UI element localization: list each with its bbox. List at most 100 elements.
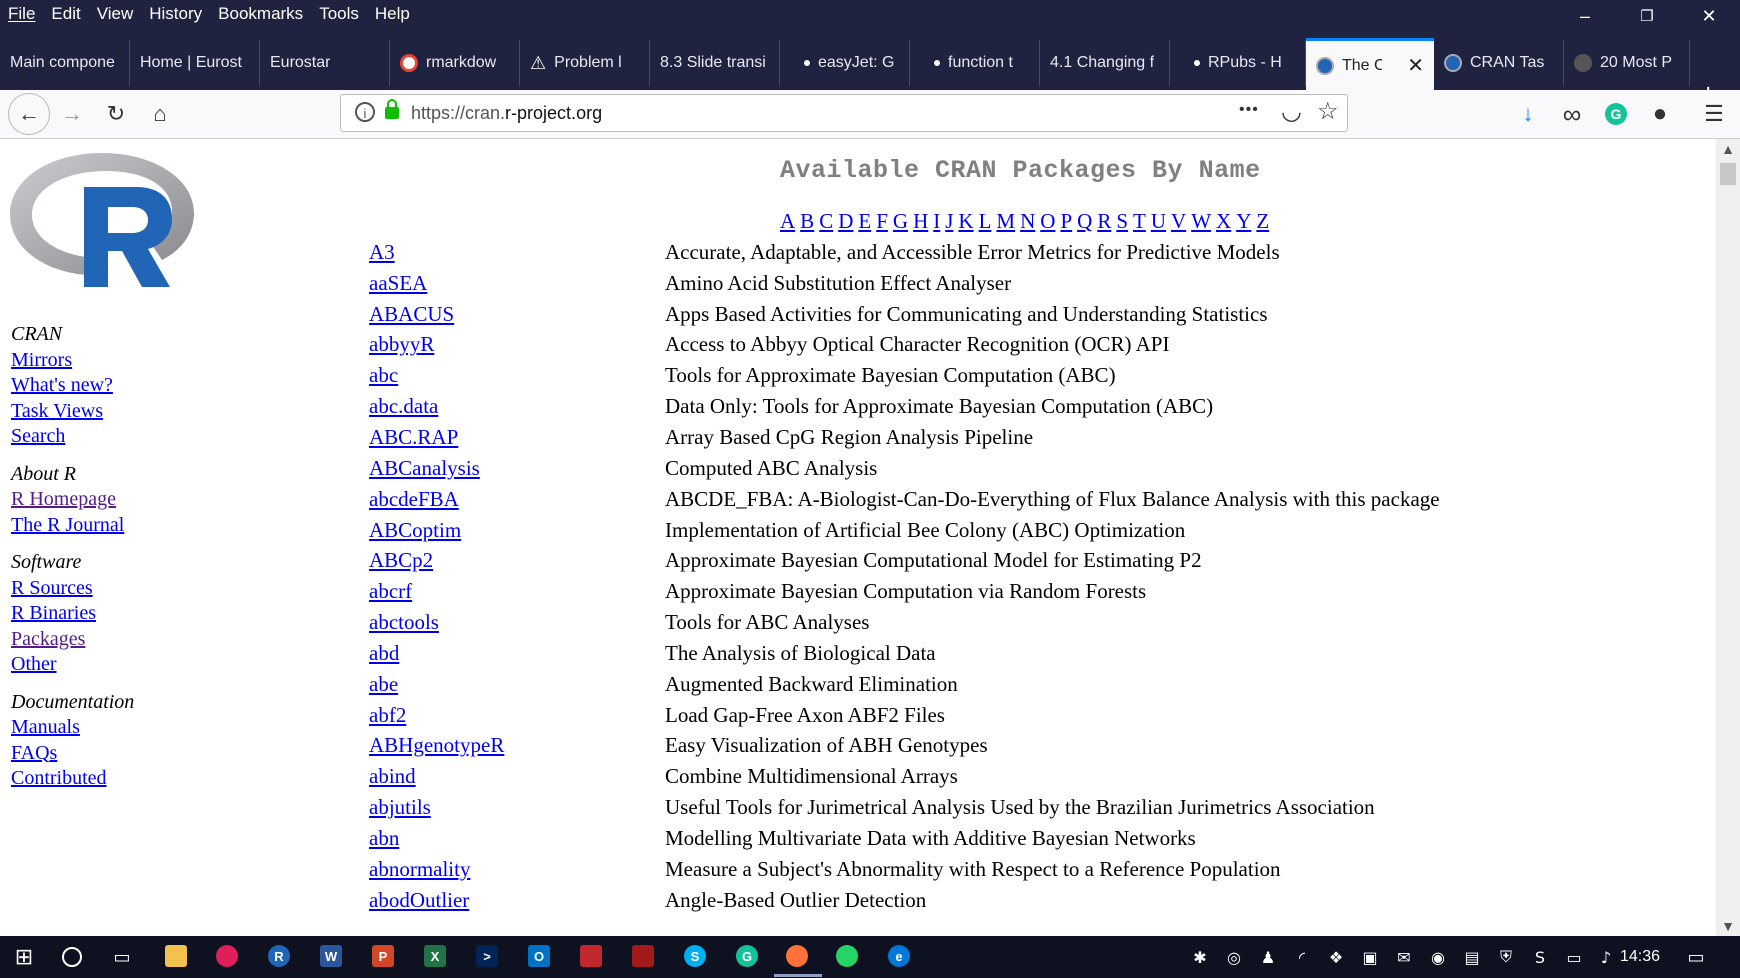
sidebar-link-contributed[interactable]: Contributed [11, 766, 134, 792]
hamburger-menu-icon[interactable]: ☰ [1696, 96, 1732, 132]
cortana-icon[interactable] [56, 941, 88, 973]
package-link[interactable]: ABHgenotypeR [369, 733, 504, 757]
download-icon[interactable]: ↓ [1510, 96, 1546, 132]
reload-button[interactable]: ↻ [98, 96, 134, 132]
acrobat-icon[interactable] [580, 945, 602, 967]
tab[interactable]: RPubs - H [1170, 40, 1306, 86]
scroll-down-icon[interactable]: ▼ [1716, 918, 1740, 934]
sidebar-link-task-views[interactable]: Task Views [11, 399, 134, 425]
whatsapp-icon[interactable] [836, 945, 858, 967]
alphabet-link-l[interactable]: L [979, 209, 992, 233]
sidebar-link-other[interactable]: Other [11, 652, 134, 678]
package-link[interactable]: abjutils [369, 795, 431, 819]
info-icon[interactable]: i [355, 102, 375, 122]
home-button[interactable]: ⌂ [142, 96, 178, 132]
alphabet-link-x[interactable]: X [1216, 209, 1231, 233]
alphabet-link-y[interactable]: Y [1236, 209, 1251, 233]
powershell-icon[interactable]: > [476, 945, 498, 967]
menu-help[interactable]: Help [367, 4, 418, 24]
tab[interactable]: function t [910, 40, 1040, 86]
url-text[interactable]: https://cran.r-project.org [411, 103, 602, 124]
alphabet-link-i[interactable]: I [933, 209, 940, 233]
pocket-icon[interactable]: ◡ [1281, 97, 1302, 126]
alphabet-link-q[interactable]: Q [1077, 209, 1092, 233]
package-link[interactable]: abctools [369, 610, 439, 634]
word-icon[interactable]: W [320, 945, 342, 967]
package-link[interactable]: abind [369, 764, 416, 788]
edge-icon[interactable]: e [888, 945, 910, 967]
tab[interactable]: CRAN Tas [1434, 40, 1564, 86]
taskbar-clock[interactable]: 14:36 [1620, 948, 1660, 966]
package-link[interactable]: abbyyR [369, 332, 434, 356]
powerpoint-icon[interactable]: P [372, 945, 394, 967]
tab-active[interactable]: The Co ✕ [1306, 38, 1434, 90]
scrollbar-thumb[interactable] [1720, 163, 1736, 185]
bookmark-star-icon[interactable]: ☆ [1317, 97, 1339, 126]
security-tray-icon[interactable]: ⛨ [1490, 941, 1522, 973]
back-button[interactable]: ← [8, 93, 50, 135]
account-icon[interactable]: ● [1642, 96, 1678, 132]
tab[interactable]: 4.1 Changing f [1040, 40, 1170, 86]
sidebar-link-r-binaries[interactable]: R Binaries [11, 601, 134, 627]
sidebar-link-whats-new[interactable]: What's new? [11, 373, 134, 399]
package-link[interactable]: abodOutlier [369, 888, 469, 912]
close-icon[interactable]: ✕ [1407, 53, 1424, 78]
alphabet-link-j[interactable]: J [945, 209, 953, 233]
sidebar-link-r-journal[interactable]: The R Journal [11, 513, 134, 539]
tab[interactable]: Main compone [0, 40, 130, 86]
slack-icon[interactable] [216, 945, 238, 967]
sidebar-link-r-sources[interactable]: R Sources [11, 576, 134, 602]
alphabet-link-k[interactable]: K [958, 209, 973, 233]
outlook-icon[interactable]: O [528, 945, 550, 967]
forward-button[interactable]: → [54, 96, 90, 132]
battery-tray-icon[interactable]: ▭ [1558, 941, 1590, 973]
alphabet-link-f[interactable]: F [876, 209, 888, 233]
restore-button[interactable]: ❐ [1617, 0, 1677, 32]
grammarly-icon[interactable]: G [1598, 96, 1634, 132]
alphabet-link-w[interactable]: W [1191, 209, 1211, 233]
package-link[interactable]: aaSEA [369, 271, 427, 295]
package-link[interactable]: ABC.RAP [369, 425, 458, 449]
package-link[interactable]: abc [369, 363, 398, 387]
alphabet-link-p[interactable]: P [1060, 209, 1072, 233]
package-link[interactable]: abcrf [369, 579, 412, 603]
package-link[interactable]: abe [369, 672, 398, 696]
alphabet-link-b[interactable]: B [800, 209, 814, 233]
tab[interactable]: Home | Eurost [130, 40, 260, 86]
private-mask-icon[interactable]: ∞ [1554, 96, 1590, 132]
alphabet-link-r[interactable]: R [1097, 209, 1111, 233]
alphabet-link-d[interactable]: D [838, 209, 853, 233]
package-link[interactable]: abcdeFBA [369, 487, 459, 511]
alphabet-link-h[interactable]: H [913, 209, 928, 233]
wifi-tray-icon[interactable]: ◜ [1286, 941, 1318, 973]
excel-icon[interactable]: X [424, 945, 446, 967]
tab[interactable]: 20 Most P [1564, 40, 1690, 86]
alphabet-link-t[interactable]: T [1133, 209, 1146, 233]
package-link[interactable]: A3 [369, 240, 395, 264]
menu-view[interactable]: View [89, 4, 142, 24]
alphabet-link-u[interactable]: U [1151, 209, 1166, 233]
tab[interactable]: 8.3 Slide transi [650, 40, 780, 86]
package-link[interactable]: ABCoptim [369, 518, 461, 542]
sidebar-link-packages[interactable]: Packages [11, 627, 134, 653]
address-bar[interactable]: i https://cran.r-project.org ••• ◡ ☆ [340, 94, 1348, 132]
volume-tray-icon[interactable]: ♪ [1590, 941, 1622, 973]
alphabet-link-z[interactable]: Z [1256, 209, 1269, 233]
scroll-up-icon[interactable]: ▲ [1716, 141, 1740, 157]
mendeley-icon[interactable] [632, 945, 654, 967]
page-scrollbar[interactable]: ▲ ▼ [1716, 139, 1740, 936]
menu-tools[interactable]: Tools [311, 4, 367, 24]
alphabet-link-g[interactable]: G [893, 209, 908, 233]
menu-file[interactable]: File [0, 4, 43, 24]
task-view-icon[interactable]: ▭ [106, 941, 138, 973]
sidebar-link-faqs[interactable]: FAQs [11, 741, 134, 767]
grammarly-app-icon[interactable]: G [736, 945, 758, 967]
package-link[interactable]: abc.data [369, 394, 438, 418]
package-link[interactable]: abn [369, 826, 399, 850]
firefox-icon[interactable] [786, 945, 808, 967]
tab[interactable]: Eurostar [260, 40, 390, 86]
alphabet-link-e[interactable]: E [858, 209, 871, 233]
file-explorer-icon[interactable] [165, 945, 187, 967]
package-link[interactable]: ABCanalysis [369, 456, 480, 480]
sidebar-link-r-homepage[interactable]: R Homepage [11, 487, 134, 513]
